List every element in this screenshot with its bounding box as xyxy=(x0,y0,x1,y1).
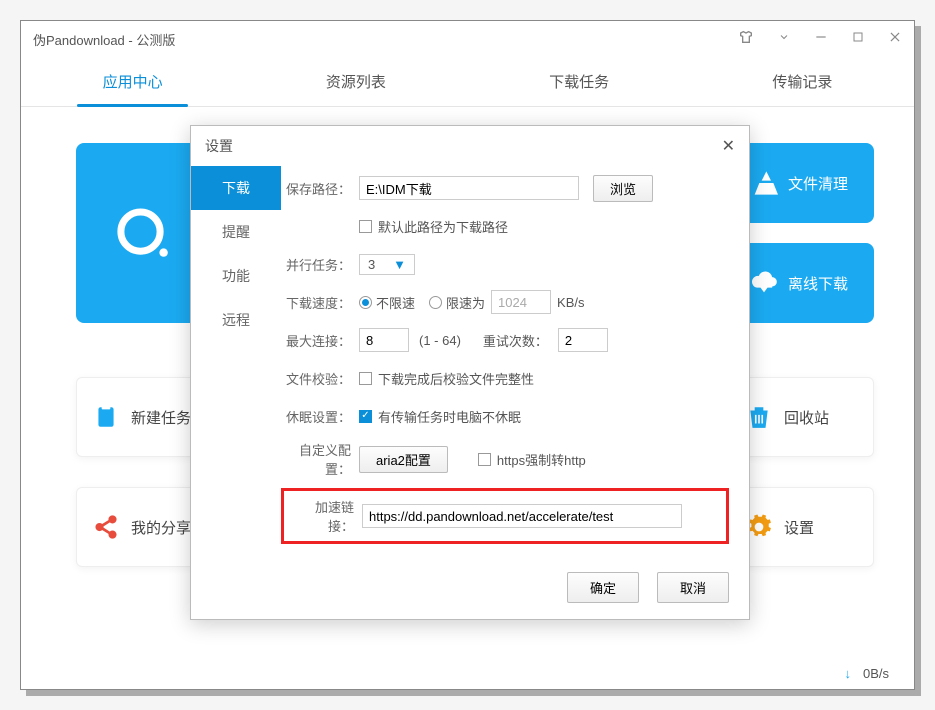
retry-input[interactable] xyxy=(558,328,608,352)
radio-limited-label: 限速为 xyxy=(446,293,485,312)
verify-label: 下载完成后校验文件完整性 xyxy=(378,369,534,388)
browse-button[interactable]: 浏览 xyxy=(593,175,653,202)
statusbar: ↓ 0B/s xyxy=(844,666,889,681)
item-label: 新建任务 xyxy=(131,407,191,428)
shirt-icon[interactable] xyxy=(738,29,754,50)
speed-limit-input[interactable] xyxy=(491,290,551,314)
tile-label: 离线下载 xyxy=(788,273,848,294)
tab-bar: 应用中心 资源列表 下载任务 传输记录 xyxy=(21,57,914,107)
item-label: 我的分享 xyxy=(131,517,191,538)
sidebar-item-function[interactable]: 功能 xyxy=(191,254,281,298)
save-path-input[interactable] xyxy=(359,176,579,200)
label-accel: 加速链接： xyxy=(292,497,362,535)
window-controls xyxy=(738,29,902,50)
dialog-title-text: 设置 xyxy=(205,136,233,156)
label-sleep: 休眠设置： xyxy=(281,407,359,426)
dialog-sidebar: 下载 提醒 功能 远程 xyxy=(191,166,281,560)
tab-app-center[interactable]: 应用中心 xyxy=(21,57,244,106)
broom-icon xyxy=(750,169,778,197)
radio-limited[interactable] xyxy=(429,296,442,309)
accel-url-input[interactable] xyxy=(362,504,682,528)
cancel-button[interactable]: 取消 xyxy=(657,572,729,603)
radio-unlimited[interactable] xyxy=(359,296,372,309)
label-max-conn: 最大连接： xyxy=(281,331,359,350)
accel-highlight-box: 加速链接： xyxy=(281,488,729,544)
speed-unit: KB/s xyxy=(557,295,584,310)
settings-dialog: 设置 ✕ 下载 提醒 功能 远程 保存路径： 浏览 默认此路径为下载路径 并行任… xyxy=(190,125,750,620)
aria2-button[interactable]: aria2配置 xyxy=(359,446,448,473)
close-button[interactable] xyxy=(888,30,902,49)
sleep-label: 有传输任务时电脑不休眠 xyxy=(378,407,521,426)
parallel-select[interactable]: 3 ▼ xyxy=(359,254,415,275)
label-retry: 重试次数： xyxy=(483,331,548,350)
dialog-body: 下载 提醒 功能 远程 保存路径： 浏览 默认此路径为下载路径 并行任务： 3 xyxy=(191,166,749,560)
sidebar-item-download[interactable]: 下载 xyxy=(191,166,281,210)
cloud-download-icon xyxy=(750,269,778,297)
minimize-button[interactable] xyxy=(814,30,828,49)
tile-label: 文件清理 xyxy=(788,173,848,194)
chevron-down-icon: ▼ xyxy=(393,257,406,272)
label-speed: 下载速度： xyxy=(281,293,359,312)
dialog-footer: 确定 取消 xyxy=(191,560,749,619)
default-path-label: 默认此路径为下载路径 xyxy=(378,217,508,236)
label-save-path: 保存路径： xyxy=(281,179,359,198)
sidebar-item-remind[interactable]: 提醒 xyxy=(191,210,281,254)
https-checkbox[interactable] xyxy=(478,453,491,466)
label-parallel: 并行任务： xyxy=(281,255,359,274)
clipboard-icon xyxy=(93,404,119,430)
tab-resource-list[interactable]: 资源列表 xyxy=(244,57,467,106)
https-label: https强制转http xyxy=(497,450,586,469)
maximize-button[interactable] xyxy=(852,30,864,48)
sleep-checkbox[interactable] xyxy=(359,410,372,423)
sidebar-item-remote[interactable]: 远程 xyxy=(191,298,281,342)
label-custom: 自定义配置： xyxy=(281,440,359,478)
ok-button[interactable]: 确定 xyxy=(567,572,639,603)
dropdown-icon[interactable] xyxy=(778,30,790,48)
download-arrow-icon: ↓ xyxy=(844,666,851,681)
item-label: 回收站 xyxy=(784,407,829,428)
item-recycle[interactable]: 回收站 xyxy=(729,377,874,457)
circle-icon xyxy=(109,198,179,268)
radio-unlimited-label: 不限速 xyxy=(376,293,415,312)
item-label: 设置 xyxy=(784,517,814,538)
dialog-close-button[interactable]: ✕ xyxy=(722,136,735,156)
dialog-titlebar: 设置 ✕ xyxy=(191,126,749,166)
verify-checkbox[interactable] xyxy=(359,372,372,385)
tab-download-tasks[interactable]: 下载任务 xyxy=(468,57,691,106)
max-conn-range: (1 - 64) xyxy=(419,333,461,348)
dialog-form: 保存路径： 浏览 默认此路径为下载路径 并行任务： 3 ▼ 下载速度： xyxy=(281,166,749,560)
label-verify: 文件校验： xyxy=(281,369,359,388)
item-settings[interactable]: 设置 xyxy=(729,487,874,567)
speed-value: 0B/s xyxy=(863,666,889,681)
window-title: 伪Pandownload - 公测版 xyxy=(33,30,738,49)
max-conn-input[interactable] xyxy=(359,328,409,352)
tab-transfer-log[interactable]: 传输记录 xyxy=(691,57,914,106)
share-icon xyxy=(93,514,119,540)
titlebar: 伪Pandownload - 公测版 xyxy=(21,21,914,57)
default-path-checkbox[interactable] xyxy=(359,220,372,233)
